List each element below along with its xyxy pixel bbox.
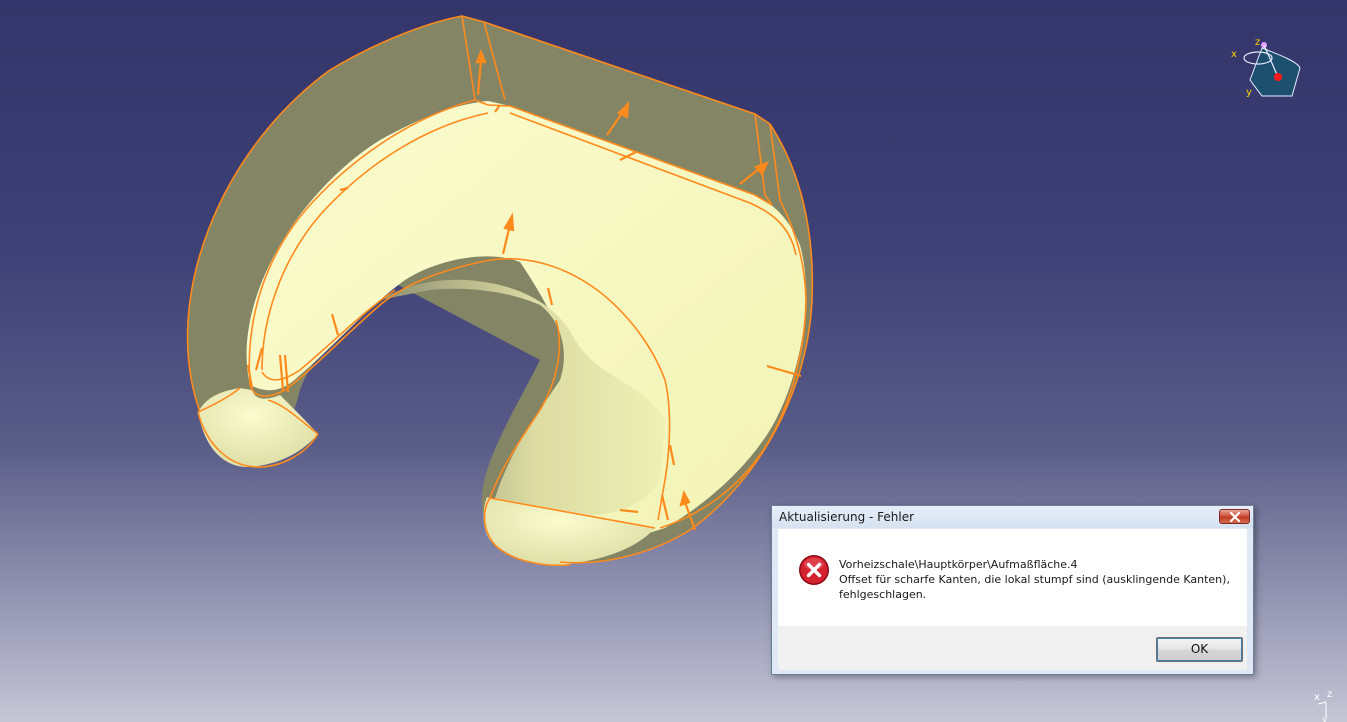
- compass-widget[interactable]: x y z: [1231, 37, 1301, 98]
- error-message-path: Vorheizschale\Hauptkörper\Aufmaßfläche.4: [839, 558, 1078, 571]
- error-icon: [799, 555, 829, 585]
- dialog-titlebar[interactable]: Aktualisierung - Fehler: [772, 506, 1253, 528]
- dialog-body: Vorheizschale\Hauptkörper\Aufmaßfläche.4…: [778, 529, 1247, 626]
- mini-axis-x-label: x: [1314, 692, 1320, 703]
- error-message-line2: fehlgeschlagen.: [839, 588, 927, 601]
- error-message-line1: Offset für scharfe Kanten, die lokal stu…: [839, 573, 1230, 586]
- dialog-footer: OK: [778, 626, 1247, 670]
- close-icon: [1229, 512, 1241, 522]
- error-message: Vorheizschale\Hauptkörper\Aufmaßfläche.4…: [839, 557, 1239, 602]
- compass-x-label: x: [1231, 49, 1237, 60]
- mini-axis-widget: x z y: [1314, 689, 1332, 722]
- close-button[interactable]: [1219, 509, 1250, 524]
- compass-z-label: z: [1255, 37, 1260, 48]
- compass-y-label: y: [1246, 87, 1252, 98]
- dialog-title: Aktualisierung - Fehler: [779, 510, 915, 524]
- left-tip-face[interactable]: [198, 388, 318, 468]
- part-model[interactable]: [186, 15, 814, 567]
- error-dialog: Aktualisierung - Fehler Vorheizschale\Ha…: [771, 505, 1254, 675]
- mini-axis-y-label: y: [1322, 715, 1328, 722]
- ok-button[interactable]: OK: [1156, 637, 1243, 662]
- mini-axis-z-label: z: [1327, 689, 1332, 700]
